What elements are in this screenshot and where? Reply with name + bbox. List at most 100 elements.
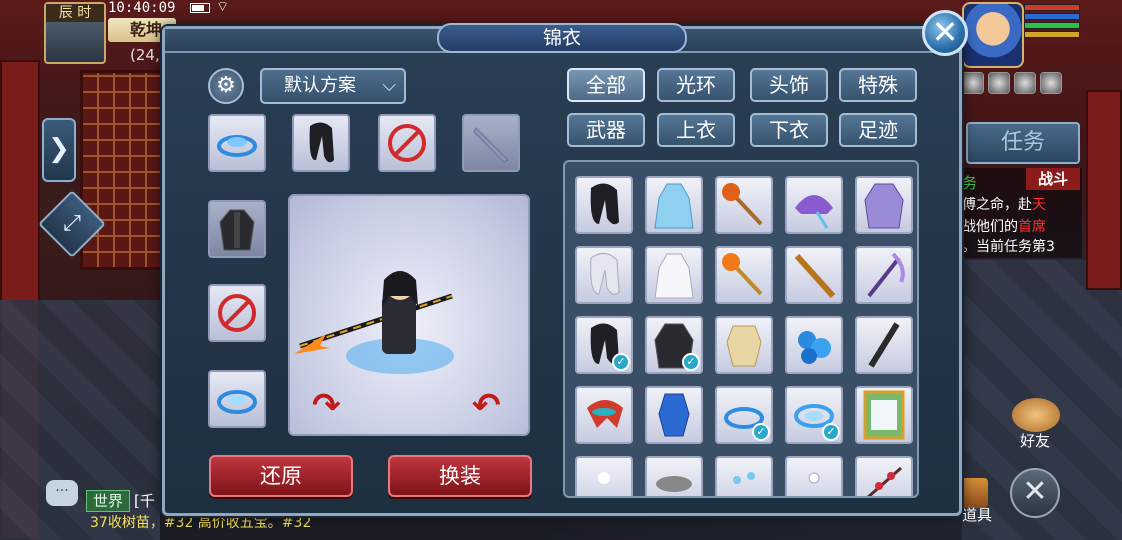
fire-mace-icon <box>722 183 763 226</box>
friends-handshake-icon[interactable] <box>1012 398 1060 432</box>
close-round-button[interactable]: ✕ <box>1010 468 1060 518</box>
wardrobe-item[interactable] <box>715 246 773 304</box>
buff-icon[interactable] <box>962 72 984 94</box>
equip-slot-headwear[interactable] <box>292 114 350 172</box>
settings-gear-icon[interactable]: ⚙ <box>208 68 244 104</box>
plum-blossom-icon <box>866 466 902 496</box>
buff-icon[interactable] <box>1040 72 1062 94</box>
friends-label: 好友 <box>1020 432 1051 450</box>
wardrobe-item[interactable] <box>575 246 633 304</box>
wardrobe-item[interactable] <box>855 316 913 374</box>
tab-top[interactable]: 上衣 <box>657 113 735 147</box>
golden-flute-icon <box>794 253 836 299</box>
equip-slot-aura[interactable] <box>208 114 266 172</box>
chat-message: [千 <box>134 492 155 510</box>
task-title: 务 <box>962 174 978 192</box>
wardrobe-item[interactable] <box>785 456 843 496</box>
purple-robe-icon <box>864 183 904 229</box>
buff-icon[interactable] <box>988 72 1010 94</box>
task-tab[interactable]: 任务 <box>966 122 1080 164</box>
blue-outfit-icon <box>658 393 690 437</box>
purple-hat-icon <box>795 195 833 229</box>
equip-slot-bottom[interactable] <box>208 284 266 342</box>
tab-aura[interactable]: 光环 <box>657 68 735 102</box>
equip-slot-special[interactable] <box>378 114 436 172</box>
wardrobe-grid[interactable]: ✓ ✓ ✓ ✓ <box>563 160 919 498</box>
restore-button[interactable]: 还原 <box>209 455 353 497</box>
gray-feather-icon <box>656 476 692 492</box>
wardrobe-item[interactable] <box>855 386 913 444</box>
flame-staff-icon <box>722 253 763 296</box>
black-robe-icon <box>219 209 255 251</box>
equip-slot-footprint[interactable] <box>208 370 266 428</box>
rage-bar <box>1024 31 1080 38</box>
task-line: 傅之命，赴天 <box>962 197 1046 213</box>
hp-bar <box>1024 4 1080 11</box>
scheme-select-value: 默认方案 <box>284 75 356 96</box>
tab-all[interactable]: 全部 <box>567 68 645 102</box>
snowflake-icon <box>733 472 755 484</box>
clock-readout: 10:40:09 <box>108 0 176 16</box>
equipped-check-icon: ✓ <box>612 353 630 371</box>
expand-left-arrow-icon[interactable]: ❯ <box>42 118 76 182</box>
exp-bar <box>1024 22 1080 29</box>
tab-headwear[interactable]: 头饰 <box>750 68 828 102</box>
wardrobe-item-equipped[interactable]: ✓ <box>645 316 703 374</box>
no-item-icon <box>388 124 426 162</box>
wardrobe-item[interactable] <box>785 316 843 374</box>
wardrobe-item[interactable] <box>785 246 843 304</box>
wardrobe-item[interactable] <box>715 316 773 374</box>
sparkle-icon <box>598 472 610 484</box>
wardrobe-item[interactable] <box>855 456 913 496</box>
equip-slot-weapon[interactable] <box>462 114 520 172</box>
chat-bubble-icon[interactable]: ··· <box>46 480 78 506</box>
rotate-left-icon[interactable]: ↷ <box>312 386 341 426</box>
rotate-right-icon[interactable]: ↶ <box>472 386 501 426</box>
close-panel-button[interactable]: ✕ <box>922 10 968 56</box>
tab-bottom[interactable]: 下衣 <box>750 113 828 147</box>
character-preview[interactable]: ↷ ↶ <box>288 194 530 436</box>
blue-swirl-icon <box>217 390 257 414</box>
wardrobe-item-equipped[interactable]: ✓ <box>575 316 633 374</box>
wardrobe-item[interactable] <box>645 246 703 304</box>
task-line: 。当前任务第3 <box>962 239 1055 255</box>
wardrobe-item[interactable] <box>855 246 913 304</box>
tab-footprint[interactable]: 足迹 <box>839 113 917 147</box>
battle-tag: 战斗 <box>1026 168 1080 190</box>
black-flute-icon <box>868 322 900 368</box>
blue-swirl-icon <box>217 135 257 157</box>
wardrobe-item[interactable] <box>715 456 773 496</box>
equipped-check-icon: ✓ <box>752 423 770 441</box>
white-hair-icon <box>590 253 620 295</box>
player-avatar[interactable] <box>962 2 1024 68</box>
outfit-scheme-select[interactable]: 默认方案 ⌵ <box>260 68 406 104</box>
wardrobe-item-equipped[interactable]: ✓ <box>715 386 773 444</box>
blue-roses-icon <box>798 331 831 364</box>
sword-icon <box>473 127 509 163</box>
no-item-icon <box>218 294 256 332</box>
wardrobe-item[interactable] <box>645 456 703 496</box>
black-hair-icon <box>309 122 334 163</box>
wardrobe-item[interactable] <box>855 176 913 234</box>
wardrobe-item[interactable] <box>645 176 703 234</box>
wardrobe-item[interactable] <box>575 386 633 444</box>
white-dress-icon <box>654 253 694 299</box>
buff-icon[interactable] <box>1014 72 1036 94</box>
buff-row <box>962 72 1082 98</box>
tab-weapon[interactable]: 武器 <box>567 113 645 147</box>
map-coordinates: (24, <box>130 46 160 64</box>
wardrobe-item[interactable] <box>575 456 633 496</box>
wardrobe-item[interactable] <box>785 176 843 234</box>
chat-channel-tag[interactable]: 世界 <box>86 490 130 512</box>
wardrobe-item[interactable] <box>575 176 633 234</box>
card-icon <box>863 390 905 440</box>
equip-slot-top[interactable] <box>208 200 266 258</box>
task-line: 战他们的首席 <box>962 219 1046 235</box>
change-outfit-button[interactable]: 换装 <box>388 455 532 497</box>
wardrobe-item[interactable] <box>645 386 703 444</box>
day-time-indicator[interactable]: 辰 时 <box>44 2 106 64</box>
snowflake-icon <box>808 472 820 484</box>
wardrobe-item[interactable] <box>715 176 773 234</box>
tab-special[interactable]: 特殊 <box>839 68 917 102</box>
wardrobe-item-equipped[interactable]: ✓ <box>785 386 843 444</box>
